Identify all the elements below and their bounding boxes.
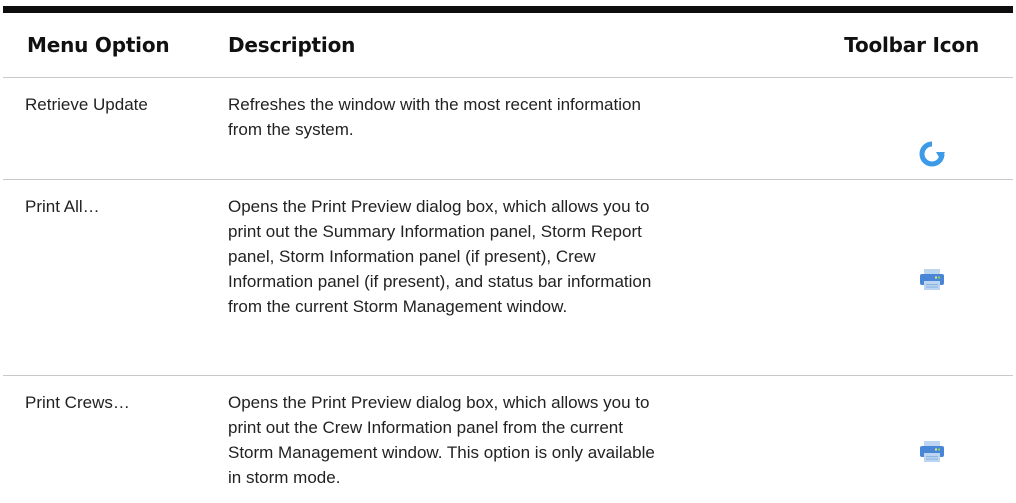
menu-option-print-crews: Print Crews… <box>25 393 130 412</box>
description-cell: Refreshes the window with the most recen… <box>228 92 808 142</box>
table-row: Retrieve Update Refreshes the window wit… <box>3 77 1013 180</box>
description-text: Opens the Print Preview dialog box, whic… <box>228 197 652 316</box>
header-toolbar-icon: Toolbar Icon <box>844 33 979 57</box>
menu-option-retrieve-update: Retrieve Update <box>25 95 148 114</box>
printer-icon <box>919 439 945 465</box>
table-row: Print Crews… Opens the Print Preview dia… <box>3 375 1013 503</box>
table-top-rule <box>3 6 1013 13</box>
description-text: Refreshes the window with the most recen… <box>228 95 641 139</box>
description-text: Opens the Print Preview dialog box, whic… <box>228 393 655 487</box>
menu-option-print-all: Print All… <box>25 197 100 216</box>
table-header: Menu Option Description Toolbar Icon <box>3 13 1013 77</box>
table-row: Print All… Opens the Print Preview dialo… <box>3 179 1013 376</box>
header-description: Description <box>228 33 356 57</box>
description-cell: Opens the Print Preview dialog box, whic… <box>228 390 808 490</box>
header-menu-option: Menu Option <box>27 33 170 57</box>
printer-icon <box>919 267 945 293</box>
refresh-icon <box>919 141 945 167</box>
description-cell: Opens the Print Preview dialog box, whic… <box>228 194 808 319</box>
